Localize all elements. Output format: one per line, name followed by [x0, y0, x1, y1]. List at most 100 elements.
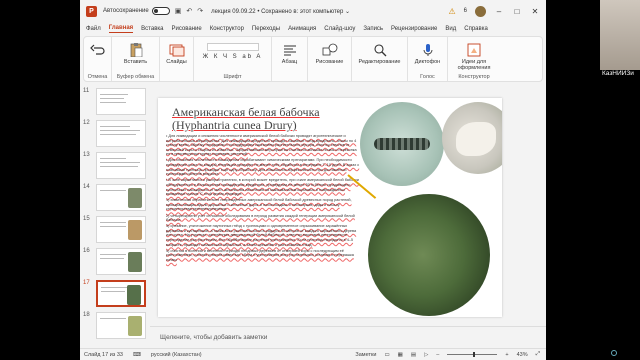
- slide-thumbnail[interactable]: [96, 216, 146, 243]
- tab-help[interactable]: Справка: [464, 26, 488, 32]
- body-paragraph: • Для ликвидации и снижения численности …: [166, 134, 357, 157]
- group-label: Буфер обмена: [116, 74, 155, 80]
- fit-to-window-icon[interactable]: ⤢: [536, 351, 540, 358]
- notification-count: 6: [463, 8, 467, 14]
- undo-icon[interactable]: [89, 43, 106, 57]
- slide-body-text[interactable]: • Для ликвидации и снижения численности …: [166, 134, 360, 264]
- slide-thumbnail[interactable]: [96, 88, 146, 115]
- slide-number: 16: [83, 248, 90, 254]
- slide-canvas[interactable]: Американская белая бабочка (Hyphantria c…: [158, 98, 502, 317]
- tab-review[interactable]: Рецензирование: [391, 26, 437, 32]
- notes-pane[interactable]: Щелкните, чтобы добавить заметки: [150, 326, 546, 346]
- body-paragraph: 4) очистка в осенний и весенний периоды …: [166, 248, 354, 262]
- redo-icon[interactable]: ↷: [197, 7, 203, 15]
- group-label: Конструктор: [458, 74, 490, 80]
- slides-icon[interactable]: [169, 43, 185, 57]
- zoom-slider[interactable]: [447, 352, 498, 357]
- slides-button[interactable]: Слайды: [166, 59, 186, 65]
- moth-image[interactable]: [442, 102, 502, 174]
- tab-view[interactable]: Вид: [445, 26, 456, 32]
- document-title[interactable]: лекция 09.09.22 • Сохранено в: этот комп…: [211, 8, 350, 15]
- slide-thumbnail[interactable]: [96, 248, 146, 275]
- group-clipboard: Вставить Буфер обмена: [112, 37, 160, 81]
- paragraph-button[interactable]: Абзац: [282, 59, 297, 65]
- avatar-icon[interactable]: [475, 5, 486, 17]
- sorter-view-icon[interactable]: ▦: [398, 352, 403, 358]
- webcam-panel: [600, 0, 640, 360]
- reading-view-icon[interactable]: ▤: [411, 352, 416, 358]
- slide-thumbnail-selected[interactable]: [96, 280, 146, 307]
- camera-status-icon: [611, 350, 617, 356]
- group-paragraph: Абзац: [272, 37, 308, 81]
- accessibility-icon[interactable]: ⌨: [133, 352, 141, 358]
- caterpillar-image[interactable]: [360, 102, 444, 186]
- paragraph-icon[interactable]: [282, 43, 298, 57]
- slide-number: 15: [83, 216, 90, 222]
- status-bar: Слайд 17 из 33 ⌨ русский (Казахстан) Зам…: [80, 348, 546, 360]
- design-ideas-icon[interactable]: [466, 43, 482, 57]
- zoom-level[interactable]: 43%: [517, 352, 528, 358]
- font-name-select[interactable]: [206, 43, 259, 51]
- editing-button[interactable]: Редактирование: [359, 59, 401, 65]
- participant-name: КазНИИЗи: [602, 70, 634, 77]
- tab-slideshow[interactable]: Слайд-шоу: [324, 26, 355, 32]
- maximize-icon[interactable]: □: [512, 7, 522, 16]
- ribbon-tabs: Файл Главная Вставка Рисование Конструкт…: [80, 22, 546, 36]
- group-undo: Отмена: [84, 37, 112, 81]
- font-format-buttons[interactable]: Ж К Ч S ab A: [203, 54, 263, 60]
- slide-thumbnail[interactable]: [96, 312, 146, 339]
- close-icon[interactable]: ✕: [530, 7, 540, 16]
- tab-record[interactable]: Запись: [363, 26, 383, 32]
- tab-file[interactable]: Файл: [86, 26, 101, 32]
- slide-counter: Слайд 17 из 33: [84, 351, 123, 358]
- slideshow-view-icon[interactable]: ▷: [424, 352, 428, 358]
- microphone-icon[interactable]: [420, 43, 436, 57]
- drawing-button[interactable]: Рисование: [316, 59, 344, 65]
- undo-icon[interactable]: ↶: [186, 7, 192, 15]
- tab-transitions[interactable]: Переходы: [252, 26, 280, 32]
- tab-home[interactable]: Главная: [108, 25, 134, 33]
- dictate-button[interactable]: Диктофон: [415, 59, 440, 65]
- tab-insert[interactable]: Вставка: [141, 26, 163, 32]
- slide-number: 11: [83, 88, 90, 94]
- design-ideas-button[interactable]: Идеи для оформления: [449, 59, 499, 71]
- save-icon[interactable]: ▣: [175, 7, 182, 15]
- slide-number: 13: [83, 152, 90, 158]
- minimize-icon[interactable]: –: [494, 7, 504, 16]
- group-label: Шрифт: [223, 74, 242, 80]
- slide-thumbnail[interactable]: [96, 184, 146, 211]
- group-voice: Диктофон Голос: [408, 37, 448, 81]
- autosave-toggle[interactable]: [151, 7, 170, 15]
- language-indicator[interactable]: русский (Казахстан): [151, 352, 202, 358]
- slide-number: 18: [83, 312, 90, 318]
- group-designer: Идеи для оформления Конструктор: [448, 37, 500, 81]
- slide-thumbnail[interactable]: [96, 152, 146, 179]
- title-bar: P Автосохранение ▣ ↶ ↷ лекция 09.09.22 •…: [80, 0, 546, 22]
- tab-draw[interactable]: Рисование: [171, 26, 201, 32]
- damaged-leaves-image[interactable]: [368, 194, 490, 316]
- notes-toggle[interactable]: Заметки: [355, 352, 376, 358]
- group-label: Отмена: [87, 74, 108, 80]
- warning-icon[interactable]: ⚠: [448, 7, 455, 16]
- powerpoint-window: P Автосохранение ▣ ↶ ↷ лекция 09.09.22 •…: [80, 0, 546, 360]
- paste-icon[interactable]: [128, 43, 144, 57]
- body-paragraph: • Для снижения численности насаждения об…: [166, 158, 360, 177]
- search-icon[interactable]: [372, 43, 388, 57]
- slide-thumbnail-pane: 11 12 13 14 15 16 17 18: [80, 84, 150, 348]
- ribbon: Отмена Вставить Буфер обмена Слайды Ж К …: [83, 36, 543, 82]
- body-paragraph: • В зоне карантинного распространения, в…: [166, 178, 359, 197]
- paste-button[interactable]: Вставить: [124, 59, 147, 65]
- group-slides: Слайды: [160, 37, 194, 81]
- zoom-out-icon[interactable]: –: [436, 352, 439, 358]
- tab-animations[interactable]: Анимация: [288, 26, 316, 32]
- body-paragraph: 2) четырехкратно учет сплошное обследова…: [166, 213, 355, 223]
- powerpoint-logo-icon: P: [86, 5, 97, 17]
- normal-view-icon[interactable]: ▭: [384, 352, 389, 358]
- slide-title-line: (Hyphantria cunea Drury): [172, 118, 297, 132]
- webcam-video: [600, 0, 640, 70]
- tab-design[interactable]: Конструктор: [210, 26, 244, 32]
- slide-title[interactable]: Американская белая бабочка (Hyphantria c…: [172, 106, 322, 132]
- shapes-icon[interactable]: [322, 43, 338, 57]
- slide-thumbnail[interactable]: [96, 120, 146, 147]
- zoom-in-icon[interactable]: +: [505, 352, 508, 358]
